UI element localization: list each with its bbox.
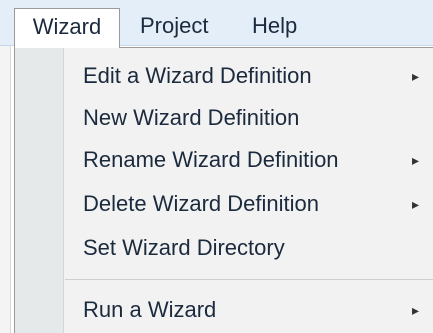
menu-item-label: New Wizard Definition bbox=[83, 105, 300, 130]
menu-item-new-wizard-definition[interactable]: New Wizard Definition bbox=[65, 98, 425, 138]
menu-separator bbox=[65, 279, 433, 280]
wizard-dropdown-menu: Edit a Wizard Definition ▸ New Wizard De… bbox=[14, 47, 433, 333]
menu-item-label: Set Wizard Directory bbox=[83, 235, 285, 260]
menu-item-label: Edit a Wizard Definition bbox=[83, 63, 312, 88]
submenu-arrow-icon: ▸ bbox=[411, 152, 419, 168]
menu-item-label: Run a Wizard bbox=[83, 297, 217, 322]
menu-bar: Wizard Project Help bbox=[0, 0, 433, 48]
menu-icon-gutter bbox=[15, 48, 64, 333]
menu-item-delete-wizard-definition[interactable]: Delete Wizard Definition ▸ bbox=[65, 184, 425, 224]
window: Wizard Project Help Edit a Wizard Defini… bbox=[0, 0, 433, 333]
menu-item-set-wizard-directory[interactable]: Set Wizard Directory bbox=[65, 228, 425, 268]
menu-wizard[interactable]: Wizard bbox=[14, 8, 120, 48]
menu-item-edit-wizard-definition[interactable]: Edit a Wizard Definition ▸ bbox=[65, 56, 425, 96]
menu-item-run-a-wizard[interactable]: Run a Wizard ▸ bbox=[65, 290, 425, 330]
submenu-arrow-icon: ▸ bbox=[411, 68, 419, 84]
menu-item-label: Rename Wizard Definition bbox=[83, 147, 339, 172]
menu-item-label: Delete Wizard Definition bbox=[83, 191, 319, 216]
menu-item-rename-wizard-definition[interactable]: Rename Wizard Definition ▸ bbox=[65, 140, 425, 180]
menu-help[interactable]: Help bbox=[240, 8, 309, 44]
menu-project[interactable]: Project bbox=[128, 8, 220, 44]
submenu-arrow-icon: ▸ bbox=[411, 302, 419, 318]
window-left-edge bbox=[0, 0, 11, 333]
submenu-arrow-icon: ▸ bbox=[411, 196, 419, 212]
